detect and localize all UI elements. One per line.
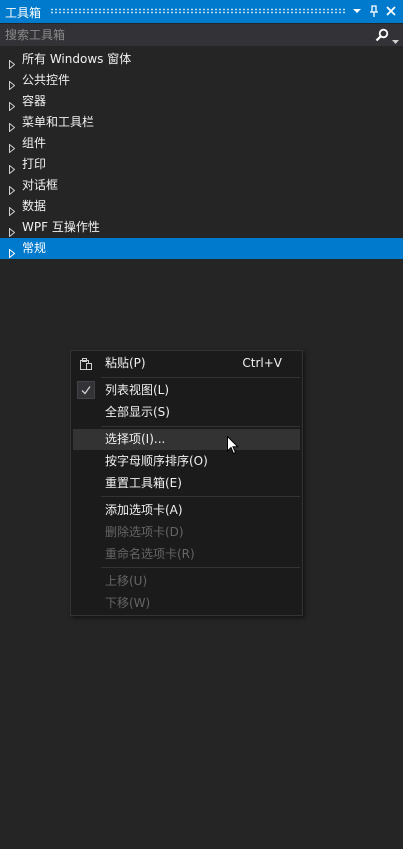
window-title: 工具箱 [5,6,42,20]
category-menus-toolbars[interactable]: 菜单和工具栏 [0,112,403,133]
menu-item-move-down[interactable]: 下移(W) [73,593,300,614]
paste-icon [79,356,93,378]
shortcut-text: Ctrl+V [242,356,282,370]
menu-item-label: 添加选项卡(A) [105,503,183,517]
category-label: 公共控件 [22,73,71,87]
menu-separator [101,377,300,378]
menu-item-label: 下移(W) [105,596,151,610]
category-label: 所有 Windows 窗体 [22,52,132,66]
toolbox-search-box[interactable] [0,24,403,46]
category-label: 容器 [22,94,47,108]
menu-item-delete-tab[interactable]: 删除选项卡(D) [73,522,300,543]
expand-arrow-icon[interactable] [9,244,16,265]
category-data[interactable]: 数据 [0,196,403,217]
menu-item-choose-items[interactable]: 选择项(I)... [73,429,300,450]
search-options-dropdown-icon[interactable] [392,33,399,47]
menu-item-label: 粘贴(P) [105,356,146,370]
menu-separator [101,426,300,427]
category-label: 组件 [22,136,47,150]
category-common-controls[interactable]: 公共控件 [0,70,403,91]
menu-item-label: 选择项(I)... [105,432,166,446]
category-label: 打印 [22,157,47,171]
mouse-cursor-icon [227,435,240,458]
menu-separator [101,496,300,497]
menu-item-paste[interactable]: 粘贴(P) Ctrl+V [73,353,300,374]
category-all-windows-forms[interactable]: 所有 Windows 窗体 [0,49,403,70]
window-position-dropdown-icon[interactable] [349,3,365,19]
category-label: 常规 [22,241,47,255]
close-icon[interactable] [383,3,399,19]
category-wpf-interop[interactable]: WPF 互操作性 [0,217,403,238]
category-label: 数据 [22,199,47,213]
menu-item-sort-alphabetically[interactable]: 按字母顺序排序(O) [73,451,300,472]
menu-item-label: 重命名选项卡(R) [105,547,195,561]
search-icon[interactable] [375,28,389,45]
toolbox-context-menu: 粘贴(P) Ctrl+V 列表视图(L) 全部显示(S) 选择项(I)... 按… [70,350,303,616]
menu-separator [101,567,300,568]
toolbox-title-bar[interactable]: 工具箱 [0,0,403,23]
category-label: 菜单和工具栏 [22,115,95,129]
category-components[interactable]: 组件 [0,133,403,154]
category-containers[interactable]: 容器 [0,91,403,112]
title-grip[interactable] [50,8,347,14]
search-input[interactable] [0,24,360,46]
category-dialogs[interactable]: 对话框 [0,175,403,196]
menu-item-rename-tab[interactable]: 重命名选项卡(R) [73,544,300,565]
category-general[interactable]: 常规 [0,238,403,259]
menu-item-label: 上移(U) [105,574,148,588]
check-box [77,381,95,399]
checkmark-icon [81,386,91,395]
menu-item-show-all[interactable]: 全部显示(S) [73,402,300,423]
menu-item-label: 列表视图(L) [105,383,170,397]
menu-item-label: 全部显示(S) [105,405,170,419]
pin-icon[interactable] [366,3,382,19]
menu-item-label: 删除选项卡(D) [105,525,184,539]
menu-item-label: 重置工具箱(E) [105,476,182,490]
menu-item-reset-toolbox[interactable]: 重置工具箱(E) [73,473,300,494]
category-printing[interactable]: 打印 [0,154,403,175]
category-label: WPF 互操作性 [22,220,100,234]
menu-item-move-up[interactable]: 上移(U) [73,571,300,592]
menu-item-add-tab[interactable]: 添加选项卡(A) [73,500,300,521]
toolbox-category-list: 所有 Windows 窗体 公共控件 容器 菜单和工具栏 组件 打印 对话框 数… [0,49,403,259]
menu-item-label: 按字母顺序排序(O) [105,454,208,468]
menu-item-list-view[interactable]: 列表视图(L) [73,380,300,401]
category-label: 对话框 [22,178,59,192]
